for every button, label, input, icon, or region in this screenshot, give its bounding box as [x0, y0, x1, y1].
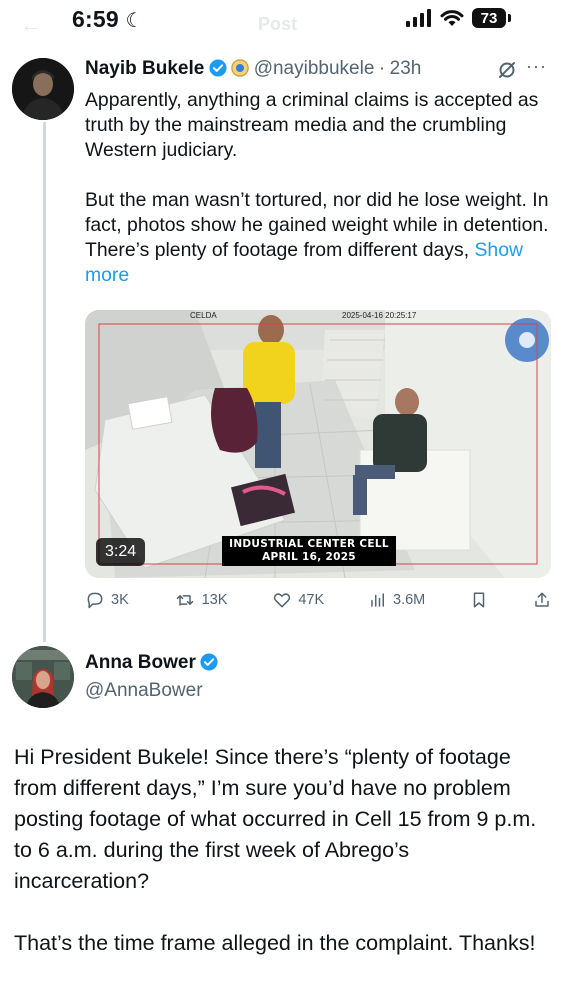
verified-badge-icon — [209, 59, 227, 77]
bookmark-icon — [473, 592, 485, 608]
status-time: 6:59 ☾ — [72, 6, 144, 32]
views-button[interactable]: 3.6M — [369, 591, 425, 609]
reply-header: Anna Bower — [85, 652, 218, 674]
author-name[interactable]: Nayib Bukele — [85, 58, 204, 79]
reply-count: 3K — [111, 592, 129, 608]
post-text: Apparently, anything a criminal claims i… — [85, 89, 549, 261]
like-count: 47K — [298, 592, 325, 608]
signal-icon — [406, 9, 431, 27]
dot-separator: · — [378, 58, 386, 79]
repost-button[interactable]: 13K — [174, 590, 228, 610]
header-title: Post — [258, 14, 298, 34]
battery-tip — [508, 14, 511, 22]
post-age: 23h — [389, 58, 422, 79]
reply-body: Hi President Bukele! Since there’s “plen… — [14, 745, 537, 955]
grok-icon[interactable] — [497, 60, 517, 85]
reply-button[interactable]: 3K — [85, 590, 129, 610]
status-icons: 73 — [406, 8, 511, 28]
like-button[interactable]: 47K — [272, 590, 324, 610]
video-caption-line2: APRIL 16, 2025 — [262, 551, 356, 563]
video-duration: 3:24 — [96, 538, 146, 566]
repost-count: 13K — [201, 592, 228, 608]
affiliation-badge-icon — [231, 59, 250, 77]
video-caption: INDUSTRIAL CENTER CELL APRIL 16, 2025 — [222, 536, 396, 566]
battery-icon: 73 — [472, 8, 506, 28]
avatar-anna[interactable] — [12, 646, 74, 708]
heart-icon — [274, 593, 291, 608]
wifi-icon — [440, 10, 464, 26]
reply-handle[interactable]: @AnnaBower — [85, 680, 203, 702]
cam-label: CELDA — [190, 311, 217, 320]
author-handle[interactable]: @nayibbukele — [254, 58, 375, 79]
avatar-nayib[interactable] — [12, 58, 74, 120]
back-arrow-icon[interactable]: ← — [20, 12, 42, 38]
views-chart-icon — [371, 593, 384, 607]
post-header: Nayib Bukele @nayibbukele · 23h — [85, 58, 555, 80]
repost-icon — [176, 595, 193, 606]
post-body: Apparently, anything a criminal claims i… — [85, 88, 553, 288]
thread-line — [43, 122, 46, 642]
moon-icon: ☾ — [125, 10, 144, 32]
reply-author-name[interactable]: Anna Bower — [85, 652, 196, 673]
views-count: 3.6M — [393, 592, 426, 608]
verified-badge-icon — [200, 653, 218, 671]
bookmark-button[interactable] — [470, 590, 488, 610]
video-caption-line1: INDUSTRIAL CENTER CELL — [229, 538, 389, 550]
reply-icon — [87, 592, 103, 609]
more-options-icon[interactable]: ··· — [526, 56, 547, 77]
post-actions: 3K 13K 47K 3.6M — [85, 590, 551, 610]
share-icon — [535, 592, 549, 607]
share-button[interactable] — [533, 590, 551, 610]
cam-timestamp: 2025-04-16 20:25:17 — [342, 311, 417, 320]
